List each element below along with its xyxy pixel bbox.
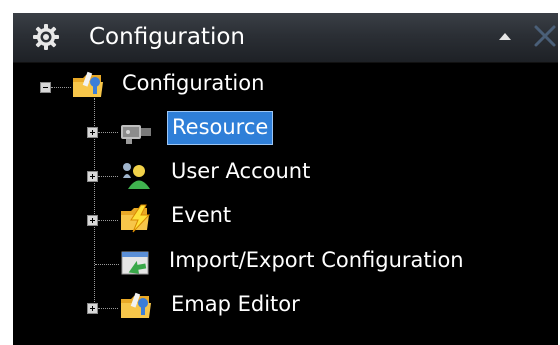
import-export-icon [121,251,149,275]
users-icon [123,163,150,189]
camera-icon [121,125,151,144]
expand-toggle-resource[interactable] [87,127,98,138]
collapse-toggle-configuration[interactable] [40,82,51,93]
tree-connector [98,132,118,133]
panel-titlebar: Configuration [13,13,558,63]
tree-connector [98,176,118,177]
configuration-panel: Configuration Configuration Resource Use… [13,13,558,345]
tree-connector [51,87,71,88]
gear-icon [33,24,59,50]
panel-title: Configuration [89,24,245,50]
folder-wrench-icon [121,292,151,318]
tree-item-import-export-configuration[interactable]: Import/Export Configuration [169,246,464,274]
expand-toggle-emap-editor[interactable] [87,303,98,314]
tree-item-event[interactable]: Event [171,201,231,229]
folder-wrench-icon [73,71,103,97]
tree-item-configuration[interactable]: Configuration [122,69,264,97]
tree-item-user-account[interactable]: User Account [171,157,310,185]
tree-connector [98,308,118,309]
chevron-up-icon[interactable] [497,27,513,47]
tree-connector [95,264,119,265]
close-icon[interactable] [533,23,557,49]
expand-toggle-event[interactable] [87,215,98,226]
expand-toggle-user-account[interactable] [87,171,98,182]
configuration-tree: Configuration Resource User Account Even… [13,62,558,345]
tree-item-emap-editor[interactable]: Emap Editor [171,290,300,318]
lightning-folder-icon [121,204,151,233]
tree-connector [98,220,118,221]
tree-item-resource[interactable]: Resource [167,111,274,145]
